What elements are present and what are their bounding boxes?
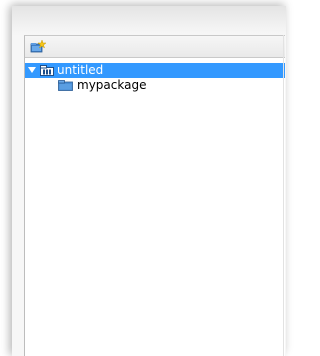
folder-icon (58, 80, 73, 91)
new-package-button[interactable] (30, 39, 47, 53)
panel-toolbar (25, 36, 285, 58)
package-explorer-panel: untitled mypackage (24, 35, 285, 356)
tree-item-untitled[interactable]: untitled (25, 63, 285, 78)
new-package-icon (30, 39, 47, 53)
package-icon (40, 65, 54, 76)
panel-divider (283, 35, 284, 356)
package-tree: untitled mypackage (25, 63, 285, 93)
tree-item-label: mypackage (77, 78, 147, 92)
app-window: untitled mypackage (0, 0, 286, 356)
expand-arrow-icon[interactable] (28, 67, 36, 73)
tree-item-label: untitled (57, 63, 104, 77)
tree-item-mypackage[interactable]: mypackage (25, 78, 285, 93)
